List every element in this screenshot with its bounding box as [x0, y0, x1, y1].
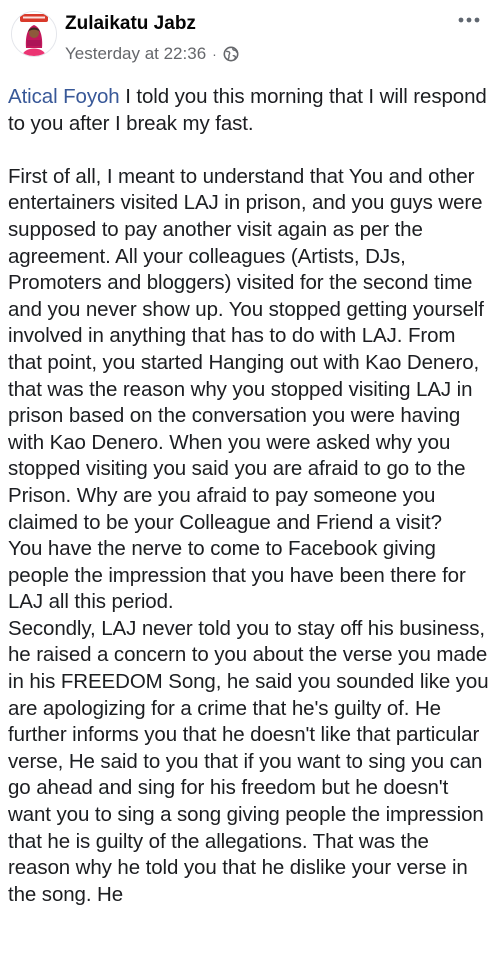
mention-link[interactable]: Atical Foyoh	[8, 85, 120, 108]
profile-avatar-icon[interactable]	[11, 11, 57, 57]
post-paragraph-3: Secondly, LAJ never told you to stay off…	[8, 616, 489, 906]
more-options-icon[interactable]	[452, 8, 486, 32]
post-body: Atical Foyoh I told you this morning tha…	[8, 84, 494, 908]
post-meta: Yesterday at 22:36 ·	[65, 42, 239, 66]
post-timestamp[interactable]: Yesterday at 22:36	[65, 44, 206, 64]
post-paragraph-1: First of all, I meant to understand that…	[8, 164, 484, 534]
meta-separator: ·	[212, 46, 217, 62]
author-name[interactable]: Zulaikatu Jabz	[65, 12, 196, 36]
post-first-line: Atical Foyoh I told you this morning tha…	[8, 84, 494, 137]
post-paragraph-2: You have the nerve to come to Facebook g…	[8, 537, 466, 614]
post-header: Zulaikatu Jabz Yesterday at 22:36 ·	[0, 0, 499, 76]
globe-icon[interactable]	[223, 46, 239, 62]
